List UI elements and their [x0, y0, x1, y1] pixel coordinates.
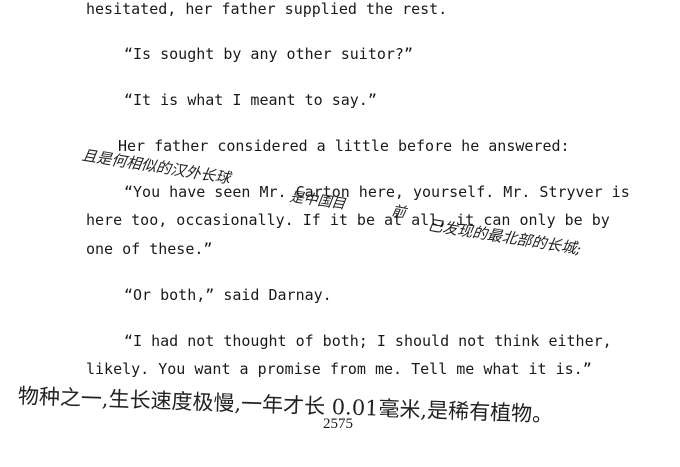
text-line-9: “I had not thought of both; I should not…: [124, 332, 612, 350]
text-line-4: Her father considered a little before he…: [118, 137, 570, 155]
text-line-2: “Is sought by any other suitor?”: [124, 45, 413, 63]
text-line-6: here too, occasionally. If it be at all,…: [86, 211, 610, 229]
text-line-10: likely. You want a promise from me. Tell…: [86, 360, 592, 378]
text-line-7: one of these.”: [86, 240, 213, 258]
page-number: 2575: [323, 416, 353, 432]
text-line-5: “You have seen Mr. Carton here, yourself…: [124, 183, 630, 201]
text-line-8: “Or both,” said Darnay.: [124, 286, 332, 304]
text-line-1: hesitated, her father supplied the rest.: [86, 0, 448, 18]
handwritten-note-2: 物种之一,生长速度极慢,一年才长 0.01毫米,是稀有植物。: [17, 384, 554, 427]
text-line-3: “It is what I meant to say.”: [124, 91, 377, 109]
